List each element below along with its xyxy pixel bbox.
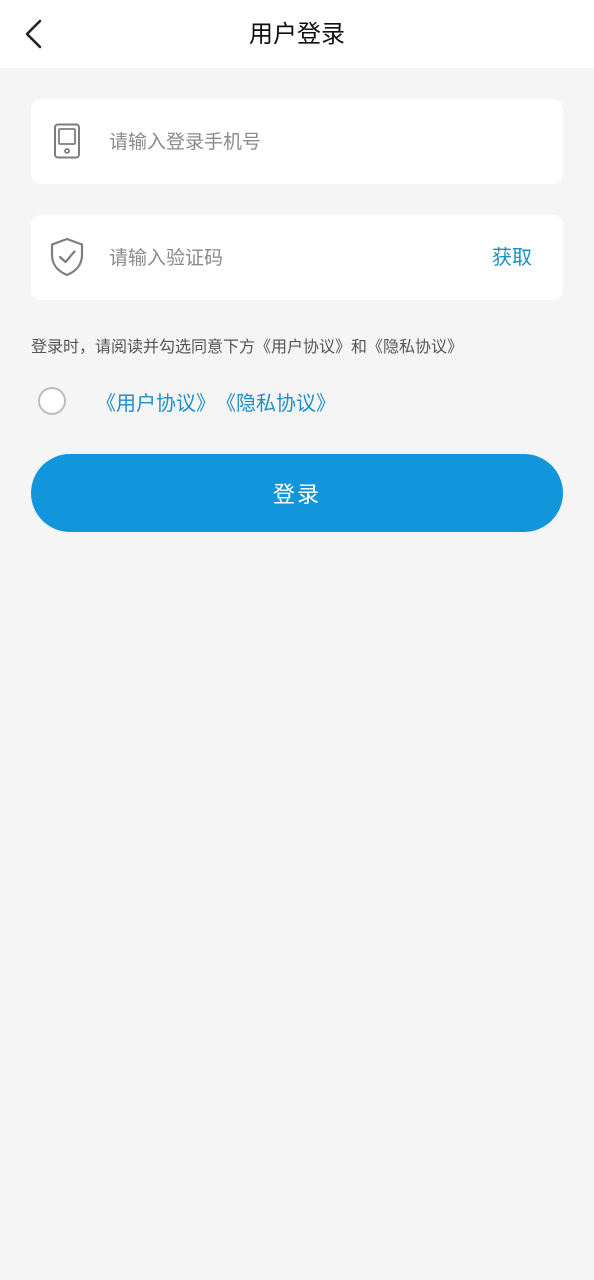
phone-field-card	[31, 99, 563, 184]
agree-checkbox[interactable]	[38, 387, 66, 415]
page-title: 用户登录	[249, 20, 345, 48]
verification-code-input[interactable]	[109, 215, 459, 300]
chevron-left-icon	[25, 19, 42, 49]
nav-bar: 用户登录	[0, 0, 594, 68]
phone-icon	[47, 121, 87, 161]
login-button[interactable]: 登录	[31, 454, 563, 532]
phone-input[interactable]	[109, 99, 539, 184]
agreement-notice: 登录时，请阅读并勾选同意下方《用户协议》和《隐私协议》	[31, 337, 464, 356]
back-button[interactable]	[14, 14, 54, 54]
agreement-row: 《用户协议》 《隐私协议》	[38, 383, 336, 419]
user-agreement-link[interactable]: 《用户协议》	[96, 387, 216, 416]
code-field-card: 获取	[31, 215, 563, 300]
privacy-agreement-link[interactable]: 《隐私协议》	[216, 387, 336, 416]
get-code-button[interactable]: 获取	[492, 215, 532, 300]
shield-check-icon	[47, 237, 87, 277]
